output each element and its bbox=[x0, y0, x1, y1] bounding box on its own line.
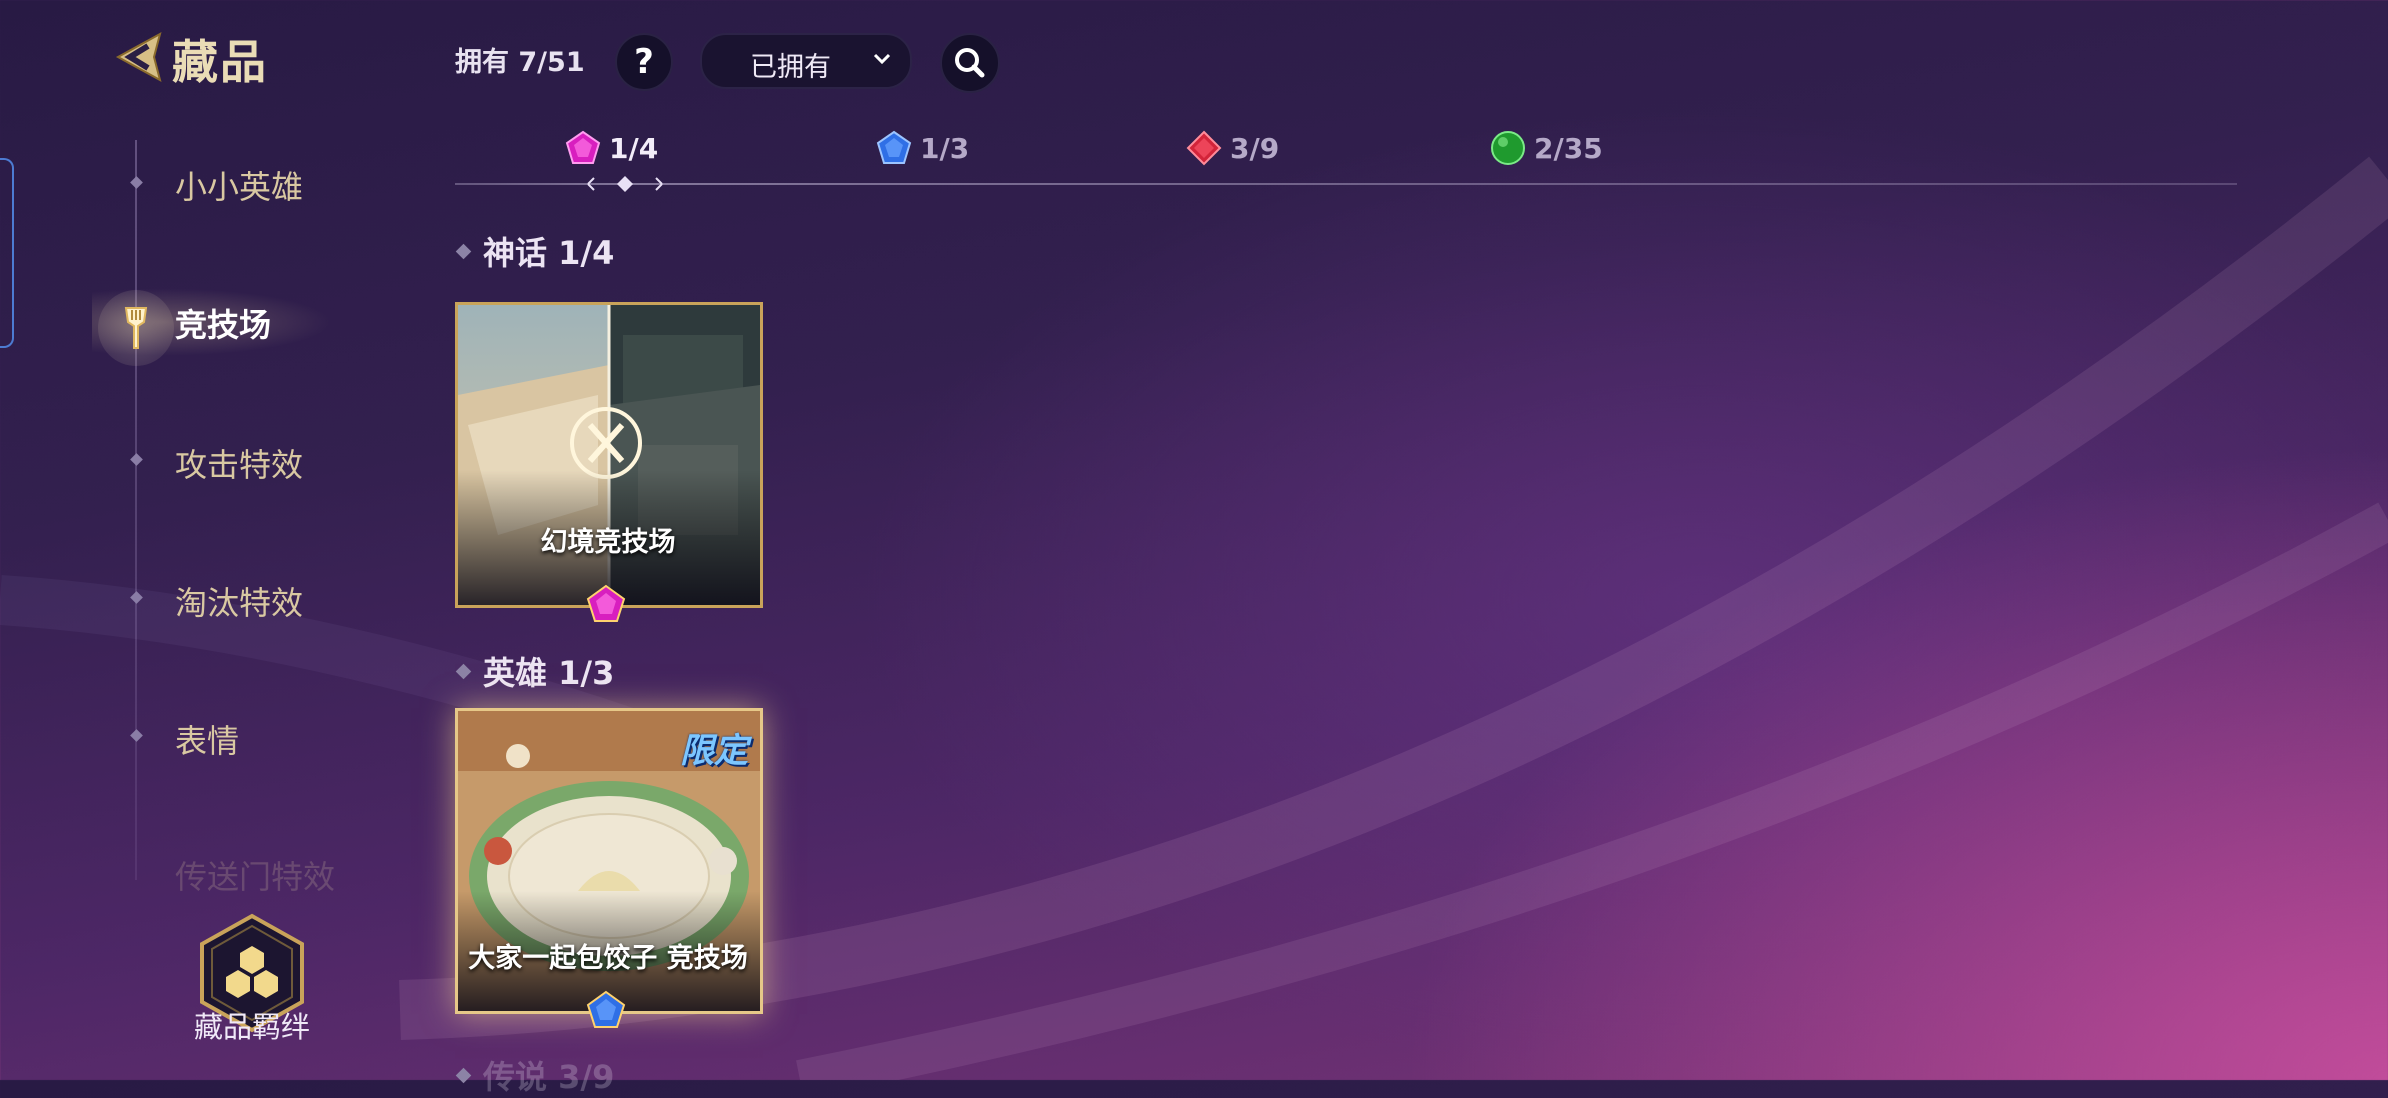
section-heading-legend: 传说 3/9 bbox=[455, 1052, 615, 1098]
card-name: 幻境竞技场 bbox=[540, 527, 676, 558]
tab-divider bbox=[455, 183, 2237, 185]
back-arrow-icon bbox=[115, 32, 162, 82]
sidebar-track-line bbox=[135, 140, 137, 880]
fantasy-arena-artwork bbox=[458, 305, 760, 605]
search-icon bbox=[955, 48, 985, 78]
rarity-count: 2/35 bbox=[1534, 132, 1603, 165]
sidebar-item-arena[interactable]: 竞技场 bbox=[175, 300, 271, 346]
diamond-bullet-icon bbox=[455, 243, 472, 259]
page-title: 藏品 bbox=[172, 35, 268, 89]
owned-filter-select[interactable]: 已拥有 bbox=[700, 33, 912, 89]
sidebar-arena-icon bbox=[98, 290, 174, 366]
sidebar-item-portal-effects[interactable]: 传送门特效 bbox=[175, 852, 335, 898]
rarity-count: 1/3 bbox=[920, 132, 970, 165]
section-heading-hero: 英雄 1/3 bbox=[455, 648, 615, 694]
card-name: 大家一起包饺子 竞技场 bbox=[468, 943, 748, 974]
chevron-down-icon bbox=[873, 53, 891, 65]
card-frame bbox=[455, 302, 763, 608]
section-title: 传说 3/9 bbox=[483, 1058, 615, 1096]
help-button[interactable]: ? bbox=[615, 33, 673, 91]
mythic-gem-icon bbox=[586, 584, 626, 622]
active-tab-indicator bbox=[587, 176, 663, 192]
mythic-gem-icon bbox=[565, 130, 601, 164]
rarity-count: 3/9 bbox=[1230, 132, 1280, 165]
common-gem-icon bbox=[1491, 131, 1525, 165]
arena-card-fantasy[interactable]: 幻境竞技场 bbox=[455, 302, 763, 622]
sidebar-item-elimination-effects[interactable]: 淘汰特效 bbox=[175, 578, 303, 624]
owned-count: 拥有 7/51 bbox=[455, 47, 585, 78]
hero-gem-icon bbox=[586, 990, 626, 1028]
hero-gem-icon bbox=[876, 130, 912, 164]
arena-card-dumplings[interactable]: 限定 大家一起包饺子 竞技场 bbox=[455, 708, 763, 1028]
legend-gem-icon bbox=[1186, 130, 1222, 166]
back-button[interactable] bbox=[108, 28, 168, 86]
arena-spatula-icon bbox=[124, 307, 148, 349]
section-title: 英雄 1/3 bbox=[483, 654, 615, 692]
left-edge-tab[interactable] bbox=[0, 158, 14, 348]
diamond-bullet-icon bbox=[455, 1067, 472, 1083]
section-heading-mythic: 神话 1/4 bbox=[455, 228, 615, 274]
sidebar-item-attack-effects[interactable]: 攻击特效 bbox=[175, 440, 303, 486]
collection-bond-label: 藏品羁绊 bbox=[193, 1010, 310, 1044]
sidebar-item-little-legends[interactable]: 小小英雄 bbox=[175, 162, 303, 208]
limited-badge: 限定 bbox=[680, 731, 748, 771]
section-title: 神话 1/4 bbox=[483, 234, 615, 272]
filter-selected-value: 已拥有 bbox=[750, 52, 831, 83]
diamond-bullet-icon bbox=[455, 663, 472, 679]
sidebar-item-emotes[interactable]: 表情 bbox=[175, 716, 239, 762]
rarity-count: 1/4 bbox=[609, 132, 659, 165]
search-button[interactable] bbox=[940, 33, 1000, 93]
